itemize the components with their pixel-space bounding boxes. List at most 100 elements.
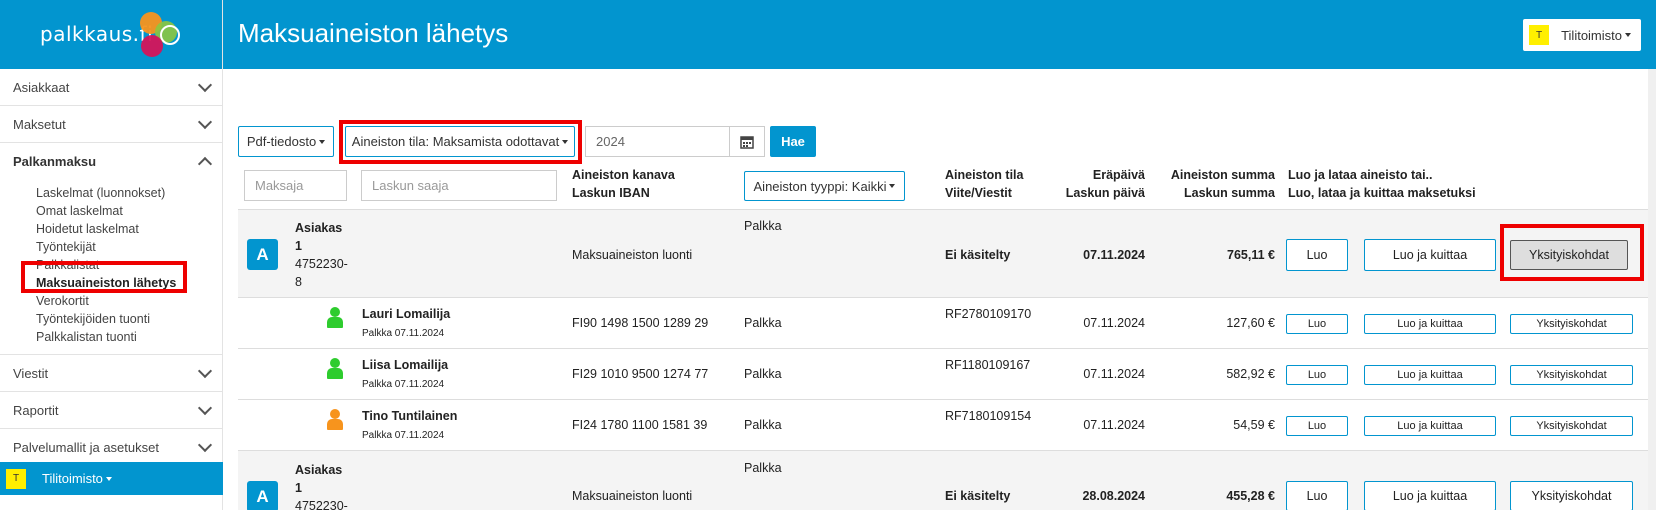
- sum: 765,11 €: [1227, 248, 1275, 262]
- nav-raportit[interactable]: Raportit: [0, 392, 222, 429]
- create-button[interactable]: Luo: [1286, 416, 1348, 436]
- customer-avatar: A: [247, 239, 278, 270]
- payer-filter-input[interactable]: Maksaja: [244, 170, 347, 201]
- material-type: Palkka: [744, 367, 782, 381]
- invoice-date: 07.11.2024: [1083, 418, 1145, 432]
- employee-subtitle: Palkka 07.11.2024: [362, 328, 445, 339]
- customer-line: Asiakas: [295, 221, 343, 235]
- create-button[interactable]: Luo: [1286, 314, 1348, 334]
- nav-label: Raportit: [13, 402, 59, 418]
- account-label: Tilitoimisto: [42, 471, 103, 486]
- subnav-hoidetut-laskelmat[interactable]: Hoidetut laskelmat: [36, 220, 222, 238]
- employee-name[interactable]: Liisa Lomailija: [362, 358, 448, 372]
- status: Ei käsitelty: [945, 248, 1011, 262]
- subnav-omat-laskelmat[interactable]: Omat laskelmat: [36, 202, 222, 220]
- recipient-placeholder: Laskun saaja: [372, 178, 449, 193]
- create-button[interactable]: Luo: [1286, 365, 1348, 385]
- nav-viestit[interactable]: Viestit: [0, 355, 222, 392]
- subnav-tyontekijoiden-tuonti[interactable]: Työntekijöiden tuonti: [36, 310, 222, 328]
- create-button[interactable]: Luo: [1286, 239, 1348, 271]
- status: Ei käsitelty: [945, 489, 1011, 503]
- invoice-date: 07.11.2024: [1083, 316, 1145, 330]
- channel: Maksuaineiston luonti: [572, 248, 693, 262]
- calendar-icon: [740, 135, 754, 149]
- customer-line: 1: [295, 239, 302, 253]
- customer-line: 8: [295, 275, 302, 289]
- logo-circles-icon: [138, 12, 186, 60]
- sidebar-account-menu[interactable]: T Tilitoimisto: [0, 462, 223, 495]
- material-type: Palkka: [744, 219, 782, 233]
- chevron-down-icon: [197, 437, 213, 452]
- details-button[interactable]: Yksityiskohdat: [1510, 416, 1633, 436]
- customer-line: 4752230-: [295, 499, 348, 510]
- group-row: A Asiakas 1 4752230- 8 Maksuaineiston lu…: [238, 209, 1648, 297]
- scrollbar[interactable]: [1648, 69, 1656, 510]
- highlight-box: [1500, 224, 1644, 281]
- nav-maksetut[interactable]: Maksetut: [0, 106, 222, 143]
- customer-name[interactable]: Asiakas 1 4752230- 8: [295, 219, 348, 291]
- caret-down-icon: [105, 476, 112, 481]
- logo-text: palkkaus.fi: [40, 22, 154, 46]
- create-confirm-button[interactable]: Luo ja kuittaa: [1364, 239, 1496, 271]
- highlight-box: [21, 261, 187, 293]
- customer-line: 4752230-: [295, 257, 348, 271]
- employee-name[interactable]: Tino Tuntilainen: [362, 409, 457, 423]
- chevron-down-icon: [197, 77, 213, 92]
- type-filter-label: Aineiston tyyppi: Kaikki: [753, 178, 887, 194]
- column-sum-line2: Laskun summa: [1183, 186, 1275, 200]
- customer-name[interactable]: Asiakas 1 4752230-: [295, 461, 348, 510]
- year-input[interactable]: 2024: [585, 126, 730, 157]
- customer-line: 1: [295, 481, 302, 495]
- column-status-line2: Viite/Viestit: [945, 186, 1012, 200]
- employee-name[interactable]: Lauri Lomailija: [362, 307, 450, 321]
- create-confirm-button[interactable]: Luo ja kuittaa: [1364, 481, 1496, 510]
- chevron-down-icon: [197, 114, 213, 129]
- create-confirm-button[interactable]: Luo ja kuittaa: [1364, 416, 1496, 436]
- details-button[interactable]: Yksityiskohdat: [1510, 481, 1633, 510]
- chevron-up-icon: [197, 156, 213, 171]
- pdf-dropdown[interactable]: Pdf-tiedosto: [238, 126, 334, 157]
- details-button[interactable]: Yksityiskohdat: [1510, 314, 1633, 334]
- channel: Maksuaineiston luonti: [572, 489, 693, 503]
- column-channel-line2: Laskun IBAN: [572, 186, 650, 200]
- column-channel-line1: Aineiston kanava: [572, 168, 675, 182]
- iban: FI90 1498 1500 1289 29: [572, 316, 709, 330]
- nav-label: Asiakkaat: [13, 79, 70, 95]
- top-header: Maksuaineiston lähetys T Tilitoimisto: [223, 0, 1656, 69]
- search-button[interactable]: Hae: [770, 126, 816, 157]
- iban: FI24 1780 1100 1581 39: [572, 418, 708, 432]
- reference: RF7180109154: [945, 409, 1032, 423]
- subnav-tyontekijat[interactable]: Työntekijät: [36, 238, 222, 256]
- caret-down-icon: [889, 184, 896, 188]
- nav-asiakkaat[interactable]: Asiakkaat: [0, 69, 222, 106]
- subnav-verokortit[interactable]: Verokortit: [36, 292, 222, 310]
- nav-palkanmaksu[interactable]: Palkanmaksu: [0, 143, 222, 180]
- create-confirm-button[interactable]: Luo ja kuittaa: [1364, 314, 1496, 334]
- column-actions-line1: Luo ja lataa aineisto tai..: [1288, 168, 1433, 182]
- type-filter-dropdown[interactable]: Aineiston tyyppi: Kaikki: [744, 171, 905, 201]
- account-badge: T: [6, 468, 26, 489]
- user-menu-button[interactable]: T Tilitoimisto: [1523, 19, 1641, 51]
- year-value: 2024: [596, 134, 625, 149]
- invoice-sum: 582,92 €: [1226, 367, 1275, 381]
- invoice-sum: 54,59 €: [1233, 418, 1275, 432]
- calendar-button[interactable]: [729, 126, 765, 157]
- employee-row: Tino Tuntilainen Palkka 07.11.2024 FI24 …: [238, 399, 1648, 450]
- nav-label: Palvelumallit ja asetukset: [13, 439, 159, 455]
- subnav-palkkalistan-tuonti[interactable]: Palkkalistan tuonti: [36, 328, 222, 346]
- details-button[interactable]: Yksityiskohdat: [1510, 365, 1633, 385]
- nav-label: Viestit: [13, 365, 49, 381]
- column-actions-line2: Luo, lataa ja kuittaa maksetuksi: [1288, 186, 1476, 200]
- recipient-filter-input[interactable]: Laskun saaja: [361, 170, 557, 201]
- column-date-line1: Eräpäivä: [1092, 168, 1145, 182]
- column-status-line1: Aineiston tila: [945, 168, 1024, 182]
- create-button[interactable]: Luo: [1286, 481, 1348, 510]
- column-status: Aineiston tila Viite/Viestit: [945, 166, 1023, 202]
- employee-row: Lauri Lomailija Palkka 07.11.2024 FI90 1…: [238, 297, 1648, 348]
- create-confirm-button[interactable]: Luo ja kuittaa: [1364, 365, 1496, 385]
- reference: RF2780109170: [945, 307, 1032, 321]
- subnav-laskelmat[interactable]: Laskelmat (luonnokset): [36, 184, 222, 202]
- logo[interactable]: palkkaus.fi: [0, 0, 222, 69]
- nav-palvelumallit[interactable]: Palvelumallit ja asetukset: [0, 429, 222, 466]
- chevron-down-icon: [197, 400, 213, 415]
